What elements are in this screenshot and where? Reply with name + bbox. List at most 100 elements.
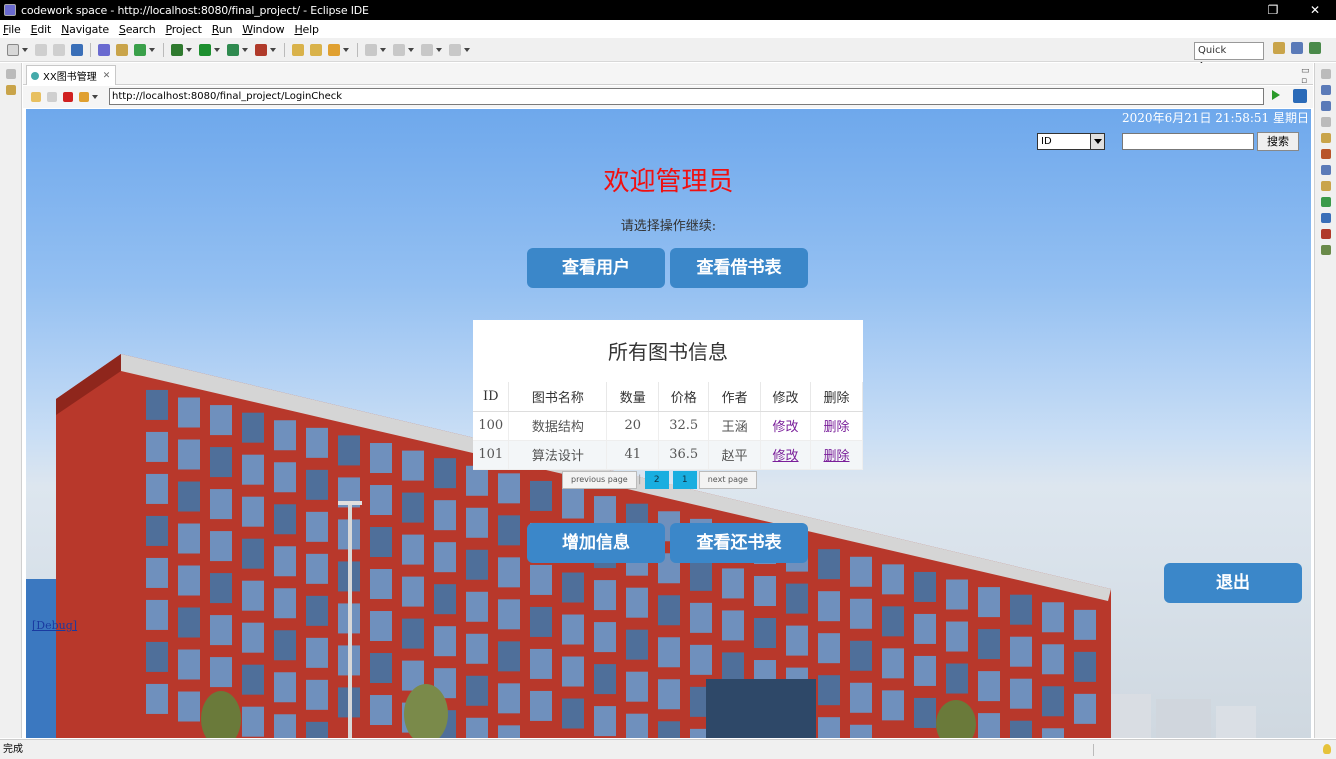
back-arrow-icon[interactable] — [31, 92, 41, 102]
restore-view-icon[interactable] — [1320, 117, 1331, 127]
previous-annotation-icon[interactable] — [393, 43, 405, 56]
servers-icon[interactable] — [1320, 165, 1331, 175]
building-window — [690, 602, 712, 633]
coverage-dropdown-icon[interactable] — [242, 47, 248, 52]
forward-icon[interactable] — [449, 43, 461, 56]
console-view-icon[interactable] — [1320, 213, 1331, 223]
menu-file[interactable]: File — [3, 23, 21, 36]
add-info-button[interactable]: 增加信息 — [527, 523, 665, 563]
menu-search[interactable]: Search — [119, 23, 156, 36]
search-field-select[interactable]: ID — [1037, 133, 1105, 150]
java-ee-perspective-icon[interactable] — [1291, 42, 1303, 54]
open-external-browser-icon[interactable] — [1293, 89, 1307, 103]
progress-icon[interactable] — [1320, 245, 1331, 255]
menu-help[interactable]: Help — [294, 23, 318, 36]
building-window — [370, 485, 392, 516]
edit-link[interactable]: 修改 — [773, 420, 799, 435]
new-project-icon[interactable] — [134, 43, 146, 56]
stop-icon[interactable] — [63, 92, 73, 102]
table-row: 100 数据结构 20 32.5 王涵 修改 删除 — [473, 411, 863, 441]
next-annotation-dropdown-icon[interactable] — [380, 47, 386, 52]
debug-dropdown-icon[interactable] — [186, 47, 192, 52]
forward-arrow-icon[interactable] — [47, 92, 57, 102]
view-users-button[interactable]: 查看用户 — [527, 248, 665, 288]
building-window — [530, 690, 552, 721]
delete-link[interactable]: 删除 — [824, 420, 850, 435]
chevron-down-icon[interactable] — [1090, 134, 1104, 149]
building-window — [882, 690, 904, 721]
save-icon[interactable] — [35, 43, 47, 56]
new-server-icon[interactable] — [116, 43, 128, 56]
menu-edit[interactable]: Edit — [31, 23, 52, 36]
run-dropdown-icon[interactable] — [214, 47, 220, 52]
restore-view-icon[interactable] — [1320, 69, 1331, 79]
back-icon[interactable] — [421, 43, 433, 56]
book-quantity: 41 — [606, 440, 660, 470]
new-icon[interactable] — [7, 43, 19, 56]
book-name: 数据结构 — [508, 411, 608, 441]
new-dropdown-icon[interactable] — [22, 47, 28, 52]
open-perspective-icon[interactable] — [1273, 42, 1285, 54]
back-dropdown-icon[interactable] — [436, 47, 442, 52]
book-author: 赵平 — [708, 440, 762, 470]
go-icon[interactable] — [1272, 90, 1280, 100]
console-icon[interactable] — [71, 43, 83, 56]
markers-icon[interactable] — [1320, 133, 1331, 143]
task-list-icon[interactable] — [1320, 101, 1331, 111]
menu-run[interactable]: Run — [212, 23, 233, 36]
history-dropdown-icon[interactable] — [92, 95, 98, 99]
previous-page-button[interactable]: previous page — [562, 470, 637, 489]
next-annotation-icon[interactable] — [365, 43, 377, 56]
lightbulb-icon[interactable] — [1323, 744, 1331, 754]
tab-close-icon[interactable]: ✕ — [103, 71, 111, 81]
forward-dropdown-icon[interactable] — [464, 47, 470, 52]
delete-link[interactable]: 删除 — [824, 449, 850, 464]
page-number-button[interactable]: 2 — [644, 470, 669, 489]
toolbar-separator — [90, 42, 91, 57]
save-all-icon[interactable] — [53, 43, 65, 56]
open-task-icon[interactable] — [310, 43, 322, 56]
external-tools-dropdown-icon[interactable] — [270, 47, 276, 52]
outline-icon[interactable] — [1320, 85, 1331, 95]
search-input[interactable] — [1122, 133, 1254, 150]
page-number-button[interactable]: 1 — [672, 470, 697, 489]
refresh-icon[interactable] — [79, 92, 89, 102]
building-window — [850, 724, 872, 738]
debug-perspective-icon[interactable] — [1309, 42, 1321, 54]
edit-link[interactable]: 修改 — [773, 449, 799, 464]
building-window — [850, 640, 872, 671]
quick-access-input[interactable]: Quick Access — [1194, 42, 1264, 72]
exit-button[interactable]: 退出 — [1164, 563, 1302, 603]
menu-navigate[interactable]: Navigate — [61, 23, 109, 36]
coverage-icon[interactable] — [227, 43, 239, 56]
snippets-icon[interactable] — [1320, 197, 1331, 207]
debug-icon[interactable] — [171, 43, 183, 56]
junit-icon[interactable] — [1320, 229, 1331, 239]
edit-cell: 修改 — [760, 440, 812, 470]
restore-window-button[interactable]: ❐ — [1262, 2, 1284, 18]
search-dropdown-icon[interactable] — [343, 47, 349, 52]
run-icon[interactable] — [199, 43, 211, 56]
previous-annotation-dropdown-icon[interactable] — [408, 47, 414, 52]
properties-icon[interactable] — [1320, 149, 1331, 159]
new-project-dropdown-icon[interactable] — [149, 47, 155, 52]
search-tool-icon[interactable] — [328, 43, 340, 56]
minimize-maximize-icon[interactable]: ▭ ▫ — [1301, 66, 1313, 86]
menu-window[interactable]: Window — [242, 23, 284, 36]
close-window-button[interactable]: ✕ — [1304, 2, 1326, 18]
menu-project[interactable]: Project — [166, 23, 202, 36]
external-tools-icon[interactable] — [255, 43, 267, 56]
building-window — [562, 656, 584, 687]
search-button[interactable]: 搜索 — [1257, 132, 1299, 151]
skip-breakpoints-icon[interactable] — [98, 43, 110, 56]
view-return-table-button[interactable]: 查看还书表 — [670, 523, 808, 563]
project-explorer-icon[interactable] — [5, 85, 16, 95]
tab-web-browser[interactable]: XX图书管理 ✕ — [26, 65, 116, 85]
restore-view-icon[interactable] — [5, 69, 16, 79]
next-page-button[interactable]: next page — [698, 470, 757, 489]
view-borrow-table-button[interactable]: 查看借书表 — [670, 248, 808, 288]
data-source-icon[interactable] — [1320, 181, 1331, 191]
open-type-icon[interactable] — [292, 43, 304, 56]
debug-link[interactable]: [Debug] — [32, 619, 77, 632]
url-input[interactable]: http://localhost:8080/final_project/Logi… — [109, 88, 1264, 105]
